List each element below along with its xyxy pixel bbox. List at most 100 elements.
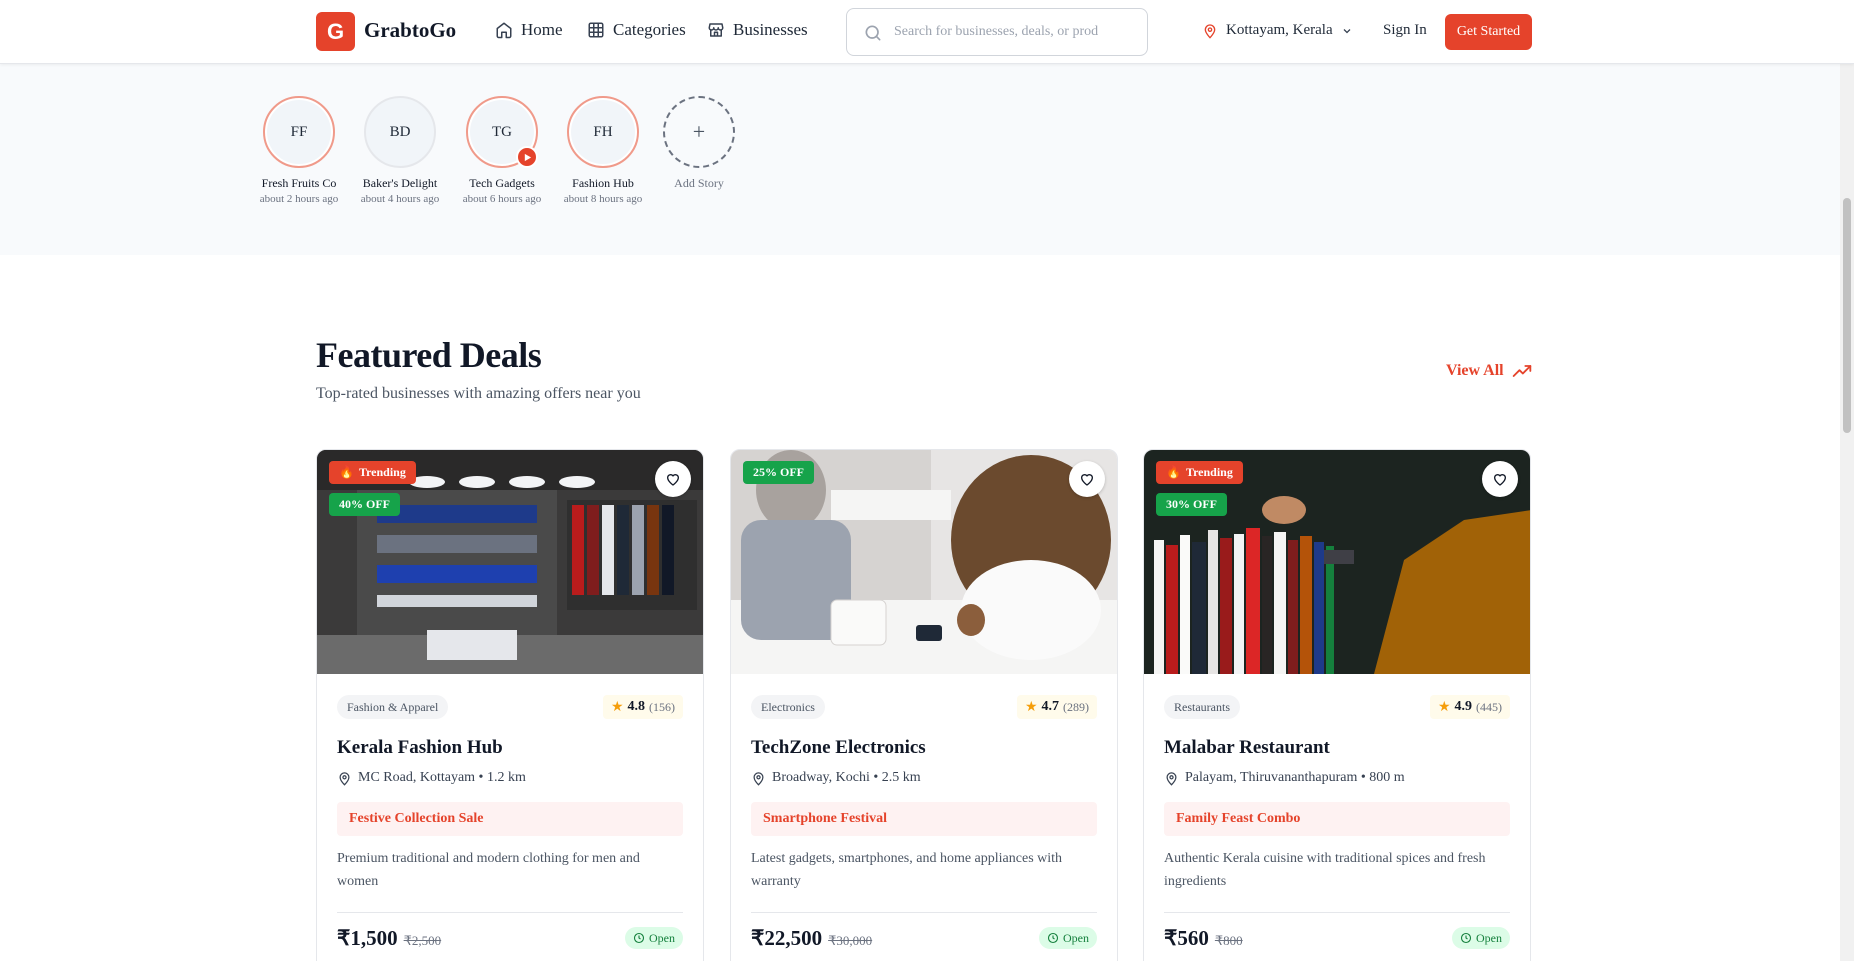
nav-home-label: Home (521, 20, 563, 39)
open-status-badge: Open (1039, 927, 1097, 949)
scrollbar-thumb[interactable] (1843, 198, 1851, 433)
address-text: MC Road, Kottayam • 1.2 km (358, 770, 526, 785)
address-text: Palayam, Thiruvananthapuram • 800 m (1185, 770, 1405, 785)
offer-banner: Smartphone Festival (751, 802, 1097, 836)
business-address: Palayam, Thiruvananthapuram • 800 m (1164, 770, 1405, 786)
clock-icon (1460, 932, 1472, 944)
story-item[interactable]: FF Fresh Fruits Co about 2 hours ago (254, 96, 344, 205)
price-block: ₹1,500 ₹2,500 (337, 926, 441, 951)
rating-badge: ★ 4.8 (156) (602, 695, 683, 719)
play-icon (516, 146, 538, 168)
deal-card[interactable]: 🔥 Trending 40% OFF Fashion & Apparel ★ 4… (316, 449, 704, 961)
clock-icon (1047, 932, 1059, 944)
story-avatar[interactable]: FH (567, 96, 639, 168)
price-block: ₹560 ₹800 (1164, 926, 1243, 951)
business-name[interactable]: TechZone Electronics (751, 737, 926, 759)
discount-badge: 40% OFF (329, 493, 400, 516)
story-initials: TG (492, 123, 512, 140)
offer-banner: Festive Collection Sale (337, 802, 683, 836)
top-nav-bar: G GrabtoGo Home Categories Businesses Ko… (0, 0, 1854, 64)
section-title: Featured Deals (316, 335, 542, 375)
original-price: ₹2,500 (403, 933, 442, 948)
rating-score: 4.8 (627, 699, 646, 714)
current-price: ₹1,500 (337, 926, 398, 950)
search-input[interactable] (894, 21, 1134, 43)
map-pin-icon (1166, 771, 1177, 786)
story-name: Fresh Fruits Co (261, 176, 337, 190)
nav-home[interactable]: Home (495, 20, 563, 40)
original-price: ₹800 (1214, 933, 1243, 948)
offer-banner: Family Feast Combo (1164, 802, 1510, 836)
business-description: Authentic Kerala cuisine with traditiona… (1164, 851, 1486, 889)
divider (337, 912, 683, 913)
review-count: (289) (1063, 699, 1089, 714)
view-all-label: View All (1446, 362, 1504, 379)
business-description: Premium traditional and modern clothing … (337, 851, 640, 889)
price-block: ₹22,500 ₹30,000 (751, 926, 872, 951)
deal-card[interactable]: 🔥 Trending 30% OFF Restaurants ★ 4.9 (44… (1143, 449, 1531, 961)
nav-businesses[interactable]: Businesses (707, 20, 808, 40)
business-name[interactable]: Kerala Fashion Hub (337, 737, 503, 759)
location-selector[interactable]: Kottayam, Kerala (1202, 22, 1353, 39)
story-avatar[interactable]: BD (364, 96, 436, 168)
store-icon (708, 23, 724, 37)
divider (751, 912, 1097, 913)
address-text: Broadway, Kochi • 2.5 km (772, 770, 921, 785)
star-icon: ★ (1024, 699, 1038, 715)
map-pin-icon (753, 771, 764, 786)
page-scrollbar[interactable] (1840, 0, 1854, 961)
map-pin-icon (339, 771, 350, 786)
story-name: Tech Gadgets (469, 176, 535, 190)
view-all-link[interactable]: View All (1446, 362, 1532, 380)
open-status-badge: Open (625, 927, 683, 949)
business-name[interactable]: Malabar Restaurant (1164, 737, 1330, 759)
open-status-badge: Open (1452, 927, 1510, 949)
location-label: Kottayam, Kerala (1226, 22, 1333, 38)
get-started-button[interactable]: Get Started (1445, 14, 1532, 50)
chevron-down-icon (1343, 28, 1351, 33)
trending-badge: 🔥 Trending (1156, 461, 1243, 484)
favorite-button[interactable] (1069, 461, 1105, 497)
discount-badge: 25% OFF (743, 461, 814, 484)
trending-label: Trending (1185, 465, 1233, 479)
add-story[interactable]: + Add Story (654, 96, 744, 191)
search-icon (865, 25, 881, 41)
category-tag: Electronics (751, 695, 825, 719)
rating-badge: ★ 4.9 (445) (1429, 695, 1510, 719)
business-description: Latest gadgets, smartphones, and home ap… (751, 851, 1063, 889)
status-label: Open (1063, 930, 1089, 945)
business-address: Broadway, Kochi • 2.5 km (751, 770, 921, 786)
section-subtitle: Top-rated businesses with amazing offers… (316, 385, 641, 402)
home-icon (496, 22, 512, 39)
favorite-button[interactable] (655, 461, 691, 497)
review-count: (445) (1476, 699, 1502, 714)
rating-score: 4.9 (1454, 699, 1473, 714)
nav-categories[interactable]: Categories (587, 20, 686, 40)
sign-in-link[interactable]: Sign In (1383, 22, 1427, 39)
story-item[interactable]: BD Baker's Delight about 4 hours ago (355, 96, 445, 205)
brand-name[interactable]: GrabtoGo (364, 18, 456, 43)
current-price: ₹22,500 (751, 926, 823, 950)
trending-up-icon (1512, 365, 1531, 377)
story-time: about 4 hours ago (360, 193, 440, 205)
story-name: Baker's Delight (362, 176, 438, 190)
story-time: about 6 hours ago (462, 193, 542, 205)
grid-icon (588, 22, 604, 38)
star-icon: ★ (1437, 699, 1451, 715)
category-tag: Fashion & Apparel (337, 695, 449, 719)
deal-card[interactable]: 25% OFF Electronics ★ 4.7 (289) TechZone… (730, 449, 1118, 961)
story-avatar[interactable]: FF (263, 96, 335, 168)
heart-icon (666, 474, 680, 486)
trending-badge: 🔥 Trending (329, 461, 416, 484)
fire-icon: 🔥 (1166, 465, 1181, 479)
story-avatar[interactable]: TG (466, 96, 538, 168)
clock-icon (633, 932, 645, 944)
add-story-button[interactable]: + (663, 96, 735, 168)
story-item[interactable]: FH Fashion Hub about 8 hours ago (558, 96, 648, 205)
logo-mark[interactable]: G (316, 12, 355, 51)
favorite-button[interactable] (1482, 461, 1518, 497)
story-item[interactable]: TG Tech Gadgets about 6 hours ago (457, 96, 547, 205)
fire-icon: 🔥 (339, 465, 354, 479)
search-box (846, 8, 1148, 56)
nav-businesses-label: Businesses (733, 20, 808, 39)
